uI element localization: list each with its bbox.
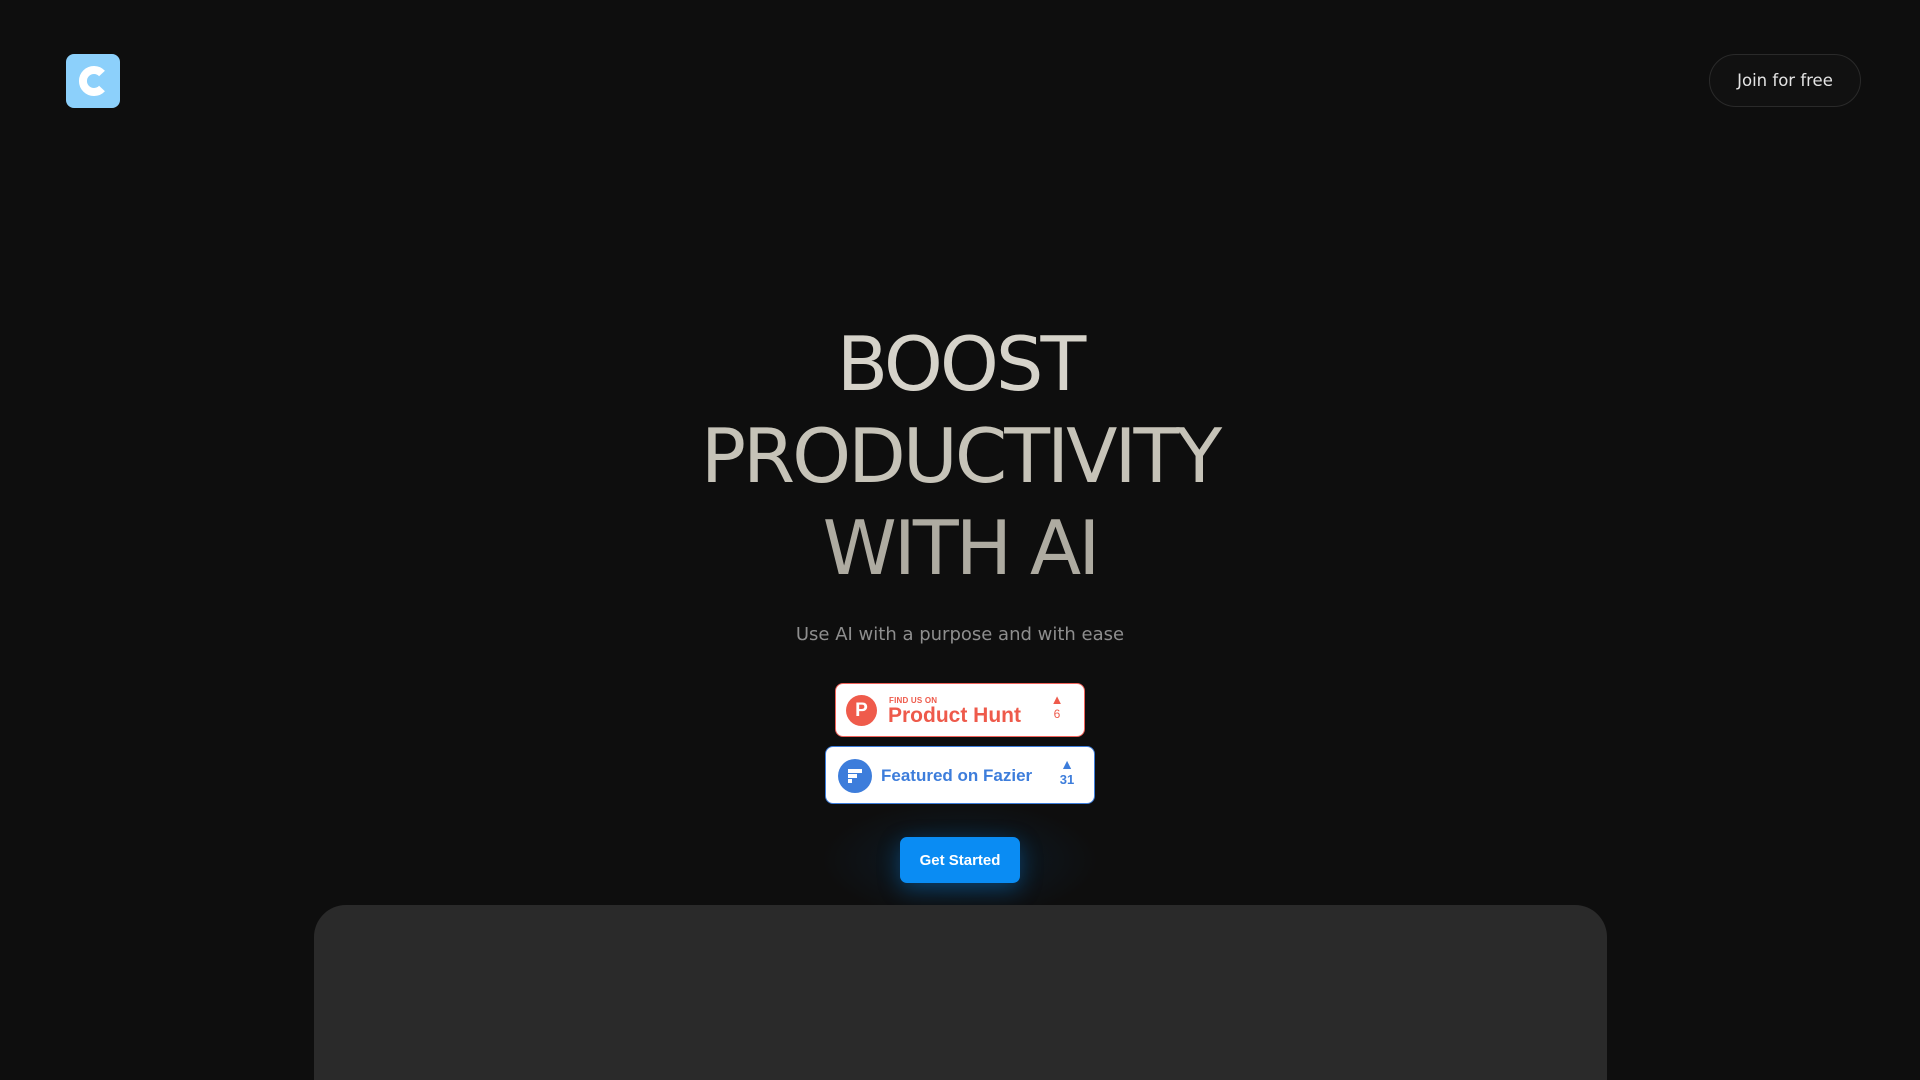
fazier-label: Featured on Fazier: [881, 766, 1033, 785]
hero-title-line-2: PRODUCTIVITY: [700, 412, 1222, 500]
product-hunt-badge[interactable]: P FIND US ON Product Hunt ▲ 6: [835, 683, 1085, 737]
product-hunt-votes: ▲ 6: [1048, 692, 1066, 722]
landing-page: Join for free BOOST PRODUCTIVITY WITH AI…: [0, 0, 1920, 1080]
get-started-button[interactable]: Get Started: [900, 837, 1020, 883]
fazier-vote-count: 31: [1059, 772, 1075, 787]
up-triangle-icon: ▲: [1050, 692, 1064, 707]
join-for-free-button[interactable]: Join for free: [1709, 54, 1861, 107]
fazier-logo-icon: [838, 759, 872, 793]
fazier-badge[interactable]: Featured on Fazier ▲ 31: [825, 746, 1095, 804]
hero-subtitle: Use AI with a purpose and with ease: [795, 624, 1125, 645]
product-hunt-logo-icon: P: [846, 695, 877, 726]
hero-title-line-3: WITH AI: [822, 504, 1101, 592]
hero-title: BOOST PRODUCTIVITY WITH AI: [560, 318, 1360, 594]
product-hunt-name: Product Hunt: [888, 704, 1021, 727]
hero-title-line-1: BOOST: [836, 320, 1087, 408]
fazier-votes: ▲ 31: [1056, 757, 1078, 788]
c-logo-icon[interactable]: [66, 54, 120, 108]
product-preview-panel: [314, 905, 1607, 1080]
product-hunt-vote-count: 6: [1053, 707, 1061, 721]
up-triangle-icon: ▲: [1060, 756, 1074, 772]
